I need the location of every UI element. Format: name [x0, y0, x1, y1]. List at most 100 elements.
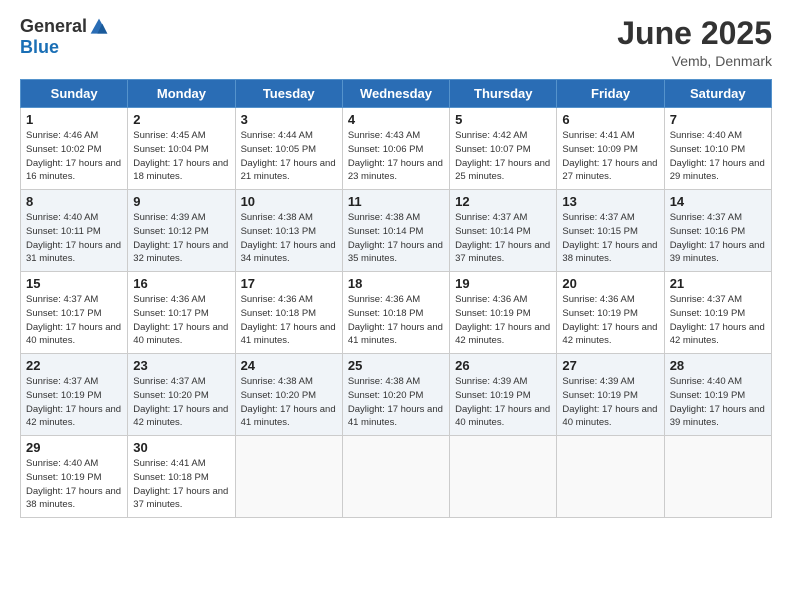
day-number: 25: [348, 358, 444, 373]
weekday-header-friday: Friday: [557, 80, 664, 108]
day-info: Sunrise: 4:36 AMSunset: 10:18 PMDaylight…: [241, 294, 336, 346]
calendar-day-cell: 19Sunrise: 4:36 AMSunset: 10:19 PMDaylig…: [450, 272, 557, 354]
day-number: 14: [670, 194, 766, 209]
calendar-day-cell: 1Sunrise: 4:46 AMSunset: 10:02 PMDayligh…: [21, 108, 128, 190]
calendar-day-cell: 24 Sunrise: 4:38 AMSunset: 10:20 PMDaylig…: [235, 354, 342, 436]
day-number: 28: [670, 358, 766, 373]
calendar-week-row: 1Sunrise: 4:46 AMSunset: 10:02 PMDayligh…: [21, 108, 772, 190]
day-info: Sunrise: 4:37 AMSunset: 10:17 PMDaylight…: [26, 294, 121, 346]
calendar-day-cell: 21 Sunrise: 4:37 AMSunset: 10:19 PMDaylig…: [664, 272, 771, 354]
day-number: 21: [670, 276, 766, 291]
calendar-day-cell: 4Sunrise: 4:43 AMSunset: 10:06 PMDayligh…: [342, 108, 449, 190]
day-number: 20: [562, 276, 658, 291]
calendar-day-cell: [557, 436, 664, 518]
calendar-day-cell: [664, 436, 771, 518]
day-number: 23: [133, 358, 229, 373]
day-number: 16: [133, 276, 229, 291]
day-info: Sunrise: 4:40 AMSunset: 10:10 PMDaylight…: [670, 130, 765, 182]
day-number: 7: [670, 112, 766, 127]
calendar-day-cell: 11 Sunrise: 4:38 AMSunset: 10:14 PMDaylig…: [342, 190, 449, 272]
day-info: Sunrise: 4:41 AMSunset: 10:09 PMDaylight…: [562, 130, 657, 182]
day-number: 11: [348, 194, 444, 209]
calendar-day-cell: 3 Sunrise: 4:44 AMSunset: 10:05 PMDayligh…: [235, 108, 342, 190]
day-info: Sunrise: 4:37 AMSunset: 10:16 PMDaylight…: [670, 212, 765, 264]
calendar-week-row: 29 Sunrise: 4:40 AMSunset: 10:19 PMDaylig…: [21, 436, 772, 518]
logo-icon: [89, 17, 109, 37]
day-number: 10: [241, 194, 337, 209]
day-info: Sunrise: 4:37 AMSunset: 10:19 PMDaylight…: [26, 376, 121, 428]
weekday-header-wednesday: Wednesday: [342, 80, 449, 108]
day-number: 22: [26, 358, 122, 373]
calendar-day-cell: 30 Sunrise: 4:41 AMSunset: 10:18 PMDaylig…: [128, 436, 235, 518]
calendar-day-cell: 6 Sunrise: 4:41 AMSunset: 10:09 PMDayligh…: [557, 108, 664, 190]
calendar-day-cell: 10 Sunrise: 4:38 AMSunset: 10:13 PMDaylig…: [235, 190, 342, 272]
day-info: Sunrise: 4:36 AMSunset: 10:19 PMDaylight…: [562, 294, 657, 346]
calendar-day-cell: [450, 436, 557, 518]
weekday-header-sunday: Sunday: [21, 80, 128, 108]
day-info: Sunrise: 4:38 AMSunset: 10:20 PMDaylight…: [241, 376, 336, 428]
calendar-day-cell: 18 Sunrise: 4:36 AMSunset: 10:18 PMDaylig…: [342, 272, 449, 354]
day-info: Sunrise: 4:37 AMSunset: 10:20 PMDaylight…: [133, 376, 228, 428]
day-number: 4: [348, 112, 444, 127]
day-info: Sunrise: 4:38 AMSunset: 10:14 PMDaylight…: [348, 212, 443, 264]
calendar-day-cell: 17 Sunrise: 4:36 AMSunset: 10:18 PMDaylig…: [235, 272, 342, 354]
day-info: Sunrise: 4:40 AMSunset: 10:11 PMDaylight…: [26, 212, 121, 264]
calendar-day-cell: 15Sunrise: 4:37 AMSunset: 10:17 PMDaylig…: [21, 272, 128, 354]
day-info: Sunrise: 4:44 AMSunset: 10:05 PMDaylight…: [241, 130, 336, 182]
day-info: Sunrise: 4:45 AMSunset: 10:04 PMDaylight…: [133, 130, 228, 182]
day-number: 9: [133, 194, 229, 209]
calendar-week-row: 22 Sunrise: 4:37 AMSunset: 10:19 PMDaylig…: [21, 354, 772, 436]
calendar-day-cell: [235, 436, 342, 518]
day-number: 24: [241, 358, 337, 373]
calendar-day-cell: 23 Sunrise: 4:37 AMSunset: 10:20 PMDaylig…: [128, 354, 235, 436]
logo-blue-text: Blue: [20, 37, 59, 58]
calendar-header-row: SundayMondayTuesdayWednesdayThursdayFrid…: [21, 80, 772, 108]
day-info: Sunrise: 4:36 AMSunset: 10:19 PMDaylight…: [455, 294, 550, 346]
month-title: June 2025: [617, 16, 772, 51]
day-number: 17: [241, 276, 337, 291]
day-number: 18: [348, 276, 444, 291]
calendar-day-cell: 8 Sunrise: 4:40 AMSunset: 10:11 PMDayligh…: [21, 190, 128, 272]
calendar-day-cell: 22 Sunrise: 4:37 AMSunset: 10:19 PMDaylig…: [21, 354, 128, 436]
day-info: Sunrise: 4:36 AMSunset: 10:17 PMDaylight…: [133, 294, 228, 346]
calendar-day-cell: 5 Sunrise: 4:42 AMSunset: 10:07 PMDayligh…: [450, 108, 557, 190]
day-number: 13: [562, 194, 658, 209]
calendar-table: SundayMondayTuesdayWednesdayThursdayFrid…: [20, 79, 772, 518]
day-info: Sunrise: 4:40 AMSunset: 10:19 PMDaylight…: [670, 376, 765, 428]
day-number: 30: [133, 440, 229, 455]
day-number: 26: [455, 358, 551, 373]
day-info: Sunrise: 4:39 AMSunset: 10:19 PMDaylight…: [562, 376, 657, 428]
day-info: Sunrise: 4:36 AMSunset: 10:18 PMDaylight…: [348, 294, 443, 346]
day-info: Sunrise: 4:40 AMSunset: 10:19 PMDaylight…: [26, 458, 121, 510]
day-number: 8: [26, 194, 122, 209]
day-number: 3: [241, 112, 337, 127]
day-info: Sunrise: 4:37 AMSunset: 10:15 PMDaylight…: [562, 212, 657, 264]
logo: General Blue: [20, 16, 109, 58]
weekday-header-monday: Monday: [128, 80, 235, 108]
day-info: Sunrise: 4:39 AMSunset: 10:19 PMDaylight…: [455, 376, 550, 428]
calendar-week-row: 15Sunrise: 4:37 AMSunset: 10:17 PMDaylig…: [21, 272, 772, 354]
calendar-day-cell: 13 Sunrise: 4:37 AMSunset: 10:15 PMDaylig…: [557, 190, 664, 272]
day-number: 5: [455, 112, 551, 127]
calendar-day-cell: 20 Sunrise: 4:36 AMSunset: 10:19 PMDaylig…: [557, 272, 664, 354]
day-number: 6: [562, 112, 658, 127]
calendar-day-cell: [342, 436, 449, 518]
calendar-day-cell: 28 Sunrise: 4:40 AMSunset: 10:19 PMDaylig…: [664, 354, 771, 436]
calendar-day-cell: 9 Sunrise: 4:39 AMSunset: 10:12 PMDayligh…: [128, 190, 235, 272]
day-info: Sunrise: 4:42 AMSunset: 10:07 PMDaylight…: [455, 130, 550, 182]
day-info: Sunrise: 4:38 AMSunset: 10:13 PMDaylight…: [241, 212, 336, 264]
day-number: 29: [26, 440, 122, 455]
day-number: 27: [562, 358, 658, 373]
day-info: Sunrise: 4:39 AMSunset: 10:12 PMDaylight…: [133, 212, 228, 264]
day-info: Sunrise: 4:37 AMSunset: 10:19 PMDaylight…: [670, 294, 765, 346]
day-number: 2: [133, 112, 229, 127]
calendar-day-cell: 7 Sunrise: 4:40 AMSunset: 10:10 PMDayligh…: [664, 108, 771, 190]
calendar-week-row: 8 Sunrise: 4:40 AMSunset: 10:11 PMDayligh…: [21, 190, 772, 272]
calendar-day-cell: 14 Sunrise: 4:37 AMSunset: 10:16 PMDaylig…: [664, 190, 771, 272]
calendar-day-cell: 12Sunrise: 4:37 AMSunset: 10:14 PMDaylig…: [450, 190, 557, 272]
calendar-day-cell: 2 Sunrise: 4:45 AMSunset: 10:04 PMDayligh…: [128, 108, 235, 190]
calendar-day-cell: 25Sunrise: 4:38 AMSunset: 10:20 PMDaylig…: [342, 354, 449, 436]
day-info: Sunrise: 4:41 AMSunset: 10:18 PMDaylight…: [133, 458, 228, 510]
calendar-day-cell: 26 Sunrise: 4:39 AMSunset: 10:19 PMDaylig…: [450, 354, 557, 436]
logo-general-text: General: [20, 16, 87, 37]
